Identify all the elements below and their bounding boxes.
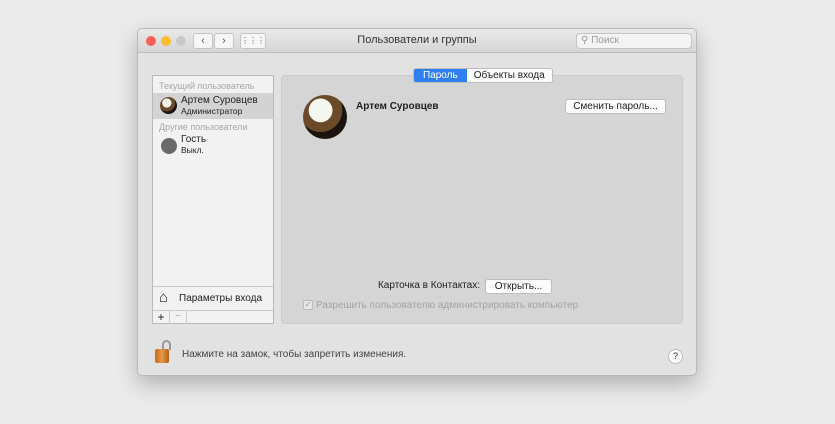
current-user-header: Текущий пользователь (159, 81, 255, 91)
change-password-button[interactable]: Сменить пароль... (565, 99, 666, 114)
full-name: Артем Суровцев (356, 101, 439, 112)
allow-admin-label: Разрешить пользователю администрировать … (316, 300, 579, 311)
user-item-current[interactable]: Артем Суровцев Администратор (153, 93, 273, 119)
contacts-card-label: Карточка в Контактах: (377, 280, 480, 291)
user-avatar (160, 97, 177, 114)
lock-message: Нажмите на замок, чтобы запретить измене… (182, 349, 407, 360)
tab-login-items[interactable]: Объекты входа (466, 69, 552, 82)
user-picture[interactable] (303, 95, 347, 139)
allow-admin-checkbox[interactable]: ✓ (303, 300, 313, 310)
search-icon: ⚲ (581, 35, 592, 46)
remove-user-button[interactable]: − (170, 311, 187, 324)
user-list: Текущий пользователь Артем Суровцев Адми… (152, 75, 274, 324)
login-options-label: Параметры входа (179, 293, 263, 304)
title-bar: ‹ › ⋮⋮⋮ Пользователи и группы ⚲ Поиск (138, 29, 696, 53)
house-icon: ⌂ (159, 289, 169, 306)
search-input[interactable]: ⚲ Поиск (576, 33, 692, 49)
add-user-button[interactable]: + (153, 311, 170, 324)
tab-bar: Пароль Объекты входа (413, 68, 553, 83)
window: ‹ › ⋮⋮⋮ Пользователи и группы ⚲ Поиск Те… (137, 28, 697, 376)
open-contacts-button[interactable]: Открыть... (485, 279, 552, 294)
help-button[interactable]: ? (668, 349, 683, 364)
user-item-guest[interactable]: Гость Выкл. (153, 134, 273, 158)
guest-avatar-icon (161, 138, 177, 154)
user-name: Артем Суровцев (181, 95, 258, 106)
list-toolbar: + − (153, 310, 273, 324)
user-role: Администратор (181, 106, 243, 116)
lock-icon[interactable] (153, 340, 175, 364)
login-options-item[interactable]: ⌂ Параметры входа (153, 286, 273, 310)
other-users-header: Другие пользователи (159, 122, 248, 132)
tab-password[interactable]: Пароль (414, 69, 467, 82)
user-status: Выкл. (181, 145, 204, 155)
user-name: Гость (181, 134, 207, 145)
